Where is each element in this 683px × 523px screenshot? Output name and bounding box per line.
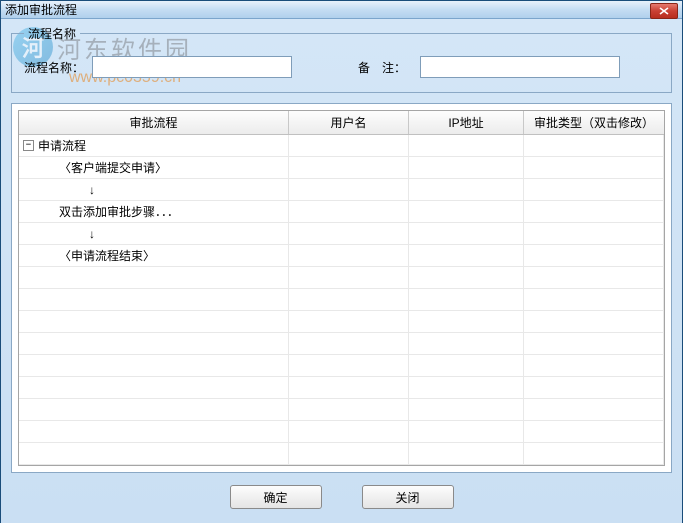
table-row: ↓ [19, 223, 664, 245]
tree-step3: 〈申请流程结束〉 [19, 245, 289, 266]
dialog-window: 添加审批流程 河 河东软件园 www.pc0359.cn 流程名称 流程名称： … [0, 0, 683, 523]
table-row [19, 421, 664, 443]
window-title: 添加审批流程 [5, 1, 77, 18]
grid-body[interactable]: − 申请流程 〈客户端提交申请〉 ↓ [19, 135, 664, 465]
close-button[interactable]: 关闭 [362, 485, 454, 509]
table-row [19, 311, 664, 333]
remark-input[interactable] [420, 56, 620, 78]
fieldset-legend: 流程名称 [24, 25, 80, 42]
ok-button[interactable]: 确定 [230, 485, 322, 509]
col-header-flow[interactable]: 审批流程 [19, 111, 289, 134]
tree-step1: 〈客户端提交申请〉 [19, 157, 289, 178]
flow-name-input[interactable] [92, 56, 292, 78]
flow-name-label: 流程名称： [24, 59, 84, 76]
table-row[interactable]: 双击添加审批步骤．．． [19, 201, 664, 223]
tree-root-label: 申请流程 [38, 137, 86, 154]
col-header-type[interactable]: 审批类型（双击修改） [524, 111, 664, 134]
table-row [19, 289, 664, 311]
tree-root-cell[interactable]: − 申请流程 [19, 135, 289, 156]
approval-grid: 审批流程 用户名 IP地址 审批类型（双击修改） − 申请流程 [18, 110, 665, 466]
button-bar: 确定 关闭 [11, 481, 672, 513]
table-row [19, 355, 664, 377]
remark-label: 备 注： [358, 59, 406, 76]
cell-type [524, 135, 664, 156]
titlebar: 添加审批流程 [1, 1, 682, 19]
dialog-content: 河 河东软件园 www.pc0359.cn 流程名称 流程名称： 备 注： 审批… [1, 19, 682, 523]
close-icon[interactable] [650, 3, 678, 19]
table-row[interactable]: − 申请流程 [19, 135, 664, 157]
cell-user [289, 135, 409, 156]
tree-collapse-icon[interactable]: − [23, 140, 34, 151]
col-header-user[interactable]: 用户名 [289, 111, 409, 134]
tree-step2[interactable]: 双击添加审批步骤．．． [19, 201, 289, 222]
table-row [19, 399, 664, 421]
cell-ip [409, 135, 524, 156]
table-row[interactable]: 〈客户端提交申请〉 [19, 157, 664, 179]
table-row[interactable]: 〈申请流程结束〉 [19, 245, 664, 267]
table-row [19, 443, 664, 465]
flow-name-fieldset: 流程名称 流程名称： 备 注： [11, 25, 672, 93]
col-header-ip[interactable]: IP地址 [409, 111, 524, 134]
arrow-down-icon: ↓ [19, 179, 289, 200]
grid-container: 审批流程 用户名 IP地址 审批类型（双击修改） − 申请流程 [11, 103, 672, 473]
table-row: ↓ [19, 179, 664, 201]
table-row [19, 333, 664, 355]
table-row [19, 377, 664, 399]
table-row [19, 267, 664, 289]
grid-header: 审批流程 用户名 IP地址 审批类型（双击修改） [19, 111, 664, 135]
arrow-down-icon: ↓ [19, 223, 289, 244]
